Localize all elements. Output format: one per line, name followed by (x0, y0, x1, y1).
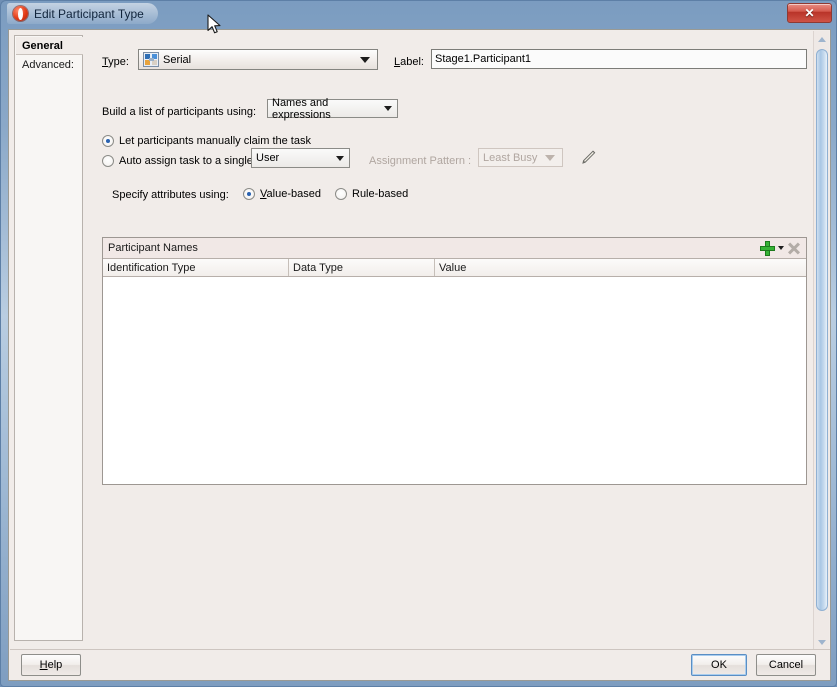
rule-based-label: Rule-based (352, 188, 409, 200)
add-dropdown-caret-icon[interactable] (778, 246, 784, 250)
label-input[interactable]: Stage1.Participant1 (431, 49, 807, 69)
value-based-radio[interactable]: Value-based (243, 188, 321, 200)
mouse-cursor (207, 14, 221, 34)
window-title: Edit Participant Type (34, 6, 144, 21)
column-header-data-type[interactable]: Data Type (289, 259, 435, 276)
rule-based-radio-indicator (335, 188, 347, 200)
type-label: Type: (102, 56, 129, 68)
help-button[interactable]: Help (21, 654, 81, 676)
close-button[interactable]: ✕ (787, 3, 832, 23)
chevron-down-icon (545, 154, 555, 161)
scroll-up-arrow-icon[interactable] (814, 31, 830, 47)
build-list-label: Build a list of participants using: (102, 106, 257, 118)
ok-button[interactable]: OK (691, 654, 747, 676)
build-list-combobox-value: Names and expressions (272, 96, 331, 121)
title-bar[interactable]: Edit Participant Type ✕ (1, 1, 836, 28)
participant-names-table: Participant Names Identification Type Da… (102, 237, 807, 485)
pencil-icon[interactable] (579, 147, 599, 167)
manual-claim-radio-indicator (102, 135, 114, 147)
sidebar-item-general-label: General (22, 39, 63, 52)
value-based-radio-indicator (243, 188, 255, 200)
dialog-client-area: General Advanced: Type: Serial Label: St… (8, 29, 831, 681)
table-title: Participant Names (108, 242, 198, 254)
column-header-value[interactable]: Value (435, 259, 806, 276)
assignment-pattern-combobox: Least Busy (478, 148, 563, 167)
vertical-scrollbar[interactable] (813, 31, 829, 650)
chevron-down-icon (336, 155, 344, 161)
auto-assign-radio-indicator (102, 155, 114, 167)
manual-claim-radio[interactable]: Let participants manually claim the task (102, 135, 311, 147)
type-combobox-value: Serial (163, 53, 192, 66)
build-list-combobox[interactable]: Names and expressions (267, 96, 398, 121)
column-header-identification-type[interactable]: Identification Type (103, 259, 289, 276)
auto-assign-label: Auto assign task to a single (119, 155, 253, 167)
dialog-window: Edit Participant Type ✕ General Advanced… (0, 0, 837, 687)
cancel-button-label: Cancel (768, 659, 804, 671)
table-body-empty[interactable] (103, 277, 806, 484)
label-input-value: Stage1.Participant1 (435, 53, 532, 65)
dialog-footer: Help OK Cancel (10, 649, 830, 679)
sidebar-item-advanced[interactable]: Advanced: (16, 56, 83, 74)
scroll-down-arrow-icon[interactable] (814, 634, 830, 650)
title-pill: Edit Participant Type (7, 3, 158, 24)
delete-x-icon (787, 241, 801, 255)
table-header-row: Identification Type Data Type Value (103, 259, 806, 277)
add-plus-icon[interactable] (760, 240, 775, 256)
help-button-label: Help (39, 659, 63, 671)
auto-assign-target-value: User (256, 152, 280, 164)
sidebar-item-advanced-label: Advanced: (22, 59, 74, 71)
close-icon: ✕ (804, 6, 815, 20)
chevron-down-icon (384, 106, 392, 111)
scrollbar-thumb[interactable] (816, 49, 828, 611)
rule-based-radio[interactable]: Rule-based (335, 188, 408, 200)
auto-assign-radio[interactable]: Auto assign task to a single (102, 155, 253, 167)
cancel-button[interactable]: Cancel (756, 654, 816, 676)
specify-attributes-label: Specify attributes using: (112, 189, 229, 201)
assignment-pattern-label: Assignment Pattern : (369, 155, 472, 167)
type-combobox[interactable]: Serial (138, 49, 378, 70)
navigation-panel: General Advanced: (14, 35, 83, 641)
assignment-pattern-value: Least Busy (483, 151, 538, 164)
sidebar-item-general[interactable]: General (16, 37, 83, 55)
serial-type-icon (143, 52, 159, 67)
manual-claim-label: Let participants manually claim the task (119, 135, 311, 147)
general-panel: Type: Serial Label: Stage1.Participant1 … (91, 35, 813, 641)
table-toolbar: Participant Names (103, 238, 806, 259)
value-based-label: Value-based (260, 188, 321, 200)
label-label: Label: (394, 56, 424, 68)
oracle-app-icon (13, 6, 28, 21)
ok-button-label: OK (711, 659, 727, 671)
auto-assign-target-combobox[interactable]: User (251, 148, 350, 168)
chevron-down-icon (360, 56, 370, 63)
table-toolbar-actions (760, 240, 806, 256)
